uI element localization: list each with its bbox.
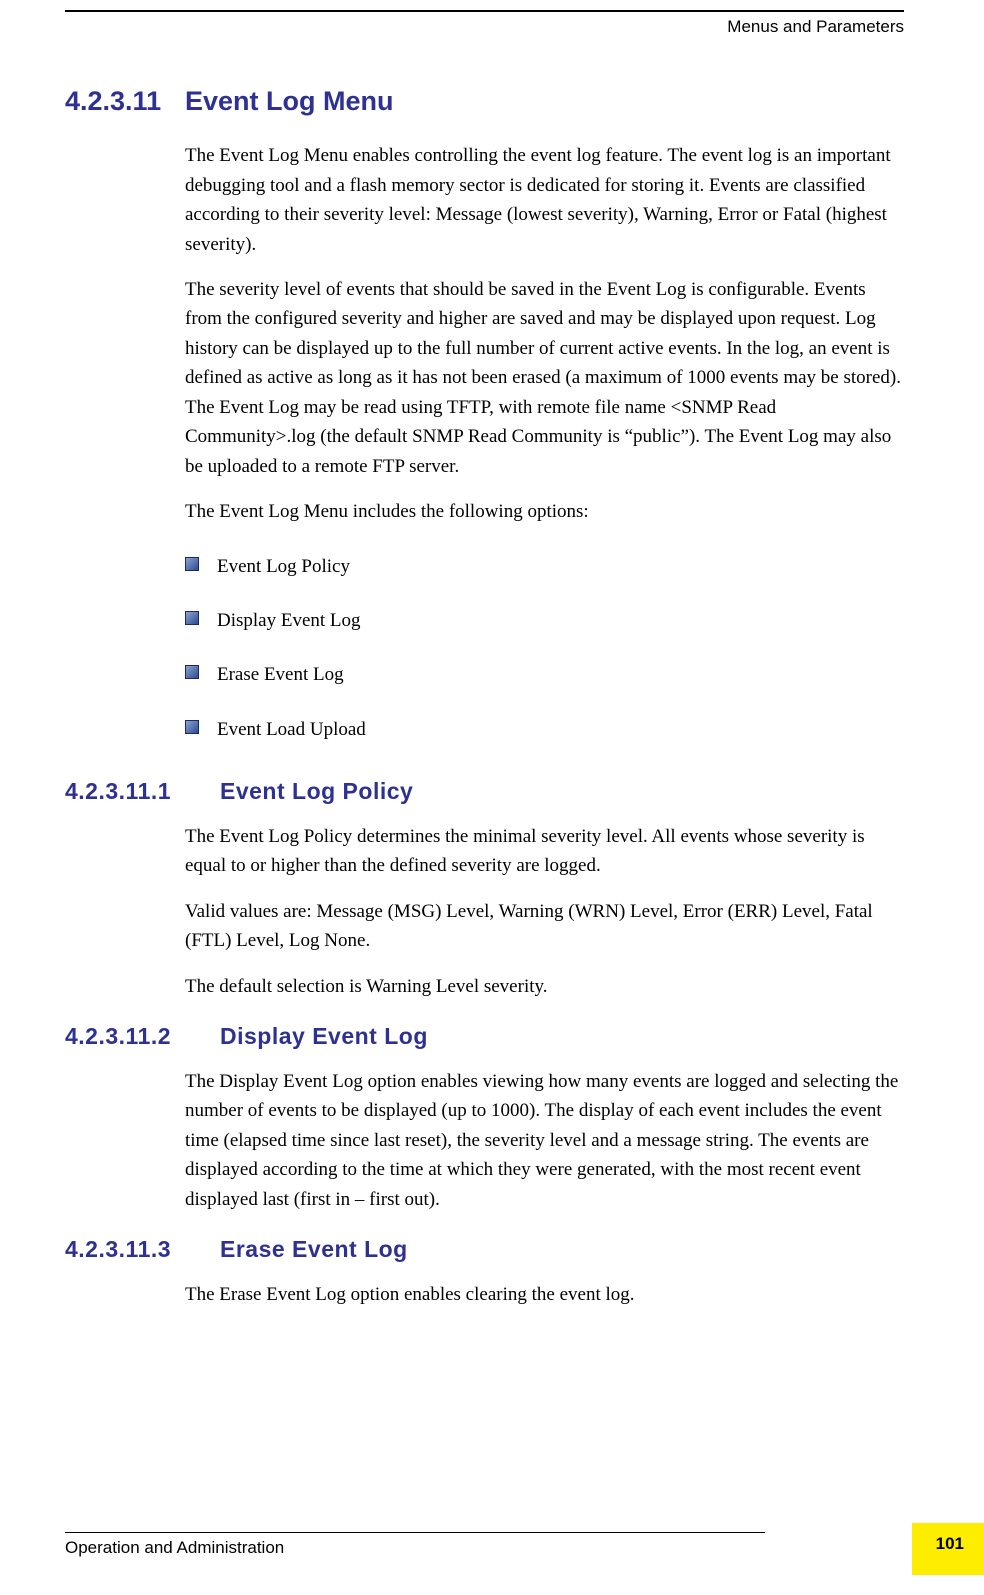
paragraph: The Event Log Menu includes the followin… — [185, 497, 904, 526]
section-title: Event Log Menu — [185, 81, 394, 123]
paragraph: The Erase Event Log option enables clear… — [185, 1280, 904, 1309]
list-item-label: Display Event Log — [217, 610, 361, 631]
subsection-heading: 4.2.3.11.1 Event Log Policy — [65, 774, 904, 810]
page-number: 101 — [936, 1531, 964, 1557]
footer-row: Operation and Administration 101 — [65, 1535, 984, 1575]
footer-text: Operation and Administration — [65, 1535, 912, 1561]
paragraph: The Display Event Log option enables vie… — [185, 1067, 904, 1214]
header-chapter: Menus and Parameters — [727, 14, 904, 40]
subsection-title: Display Event Log — [220, 1019, 428, 1055]
subsection-heading: 4.2.3.11.2 Display Event Log — [65, 1019, 904, 1055]
page-header: Menus and Parameters — [65, 10, 904, 81]
section-body: The Event Log Menu enables controlling t… — [185, 141, 904, 744]
paragraph: The Event Log Menu enables controlling t… — [185, 141, 904, 259]
subsection-body: The Erase Event Log option enables clear… — [185, 1280, 904, 1309]
page-footer: Operation and Administration 101 — [65, 1532, 984, 1575]
section-number: 4.2.3.11 — [65, 81, 185, 123]
subsection-title: Erase Event Log — [220, 1232, 408, 1268]
bullet-list: Event Log Policy Display Event Log Erase… — [185, 552, 904, 745]
paragraph: The default selection is Warning Level s… — [185, 972, 904, 1001]
list-item-label: Event Log Policy — [217, 556, 350, 577]
footer-rule — [65, 1532, 765, 1533]
paragraph: Valid values are: Message (MSG) Level, W… — [185, 897, 904, 956]
subsection-heading: 4.2.3.11.3 Erase Event Log — [65, 1232, 904, 1268]
subsection-body: The Display Event Log option enables vie… — [185, 1067, 904, 1214]
subsection-title: Event Log Policy — [220, 774, 413, 810]
list-item: Event Log Policy — [185, 552, 904, 581]
subsection-number: 4.2.3.11.2 — [65, 1019, 220, 1055]
subsection-number: 4.2.3.11.1 — [65, 774, 220, 810]
document-page: Menus and Parameters 4.2.3.11 Event Log … — [0, 0, 984, 1595]
subsection-number: 4.2.3.11.3 — [65, 1232, 220, 1268]
page-number-box: 101 — [912, 1523, 984, 1575]
list-item: Event Load Upload — [185, 715, 904, 744]
list-item-label: Event Load Upload — [217, 719, 366, 740]
subsection-body: The Event Log Policy determines the mini… — [185, 822, 904, 1001]
paragraph: The severity level of events that should… — [185, 275, 904, 481]
list-item-label: Erase Event Log — [217, 664, 344, 685]
paragraph: The Event Log Policy determines the mini… — [185, 822, 904, 881]
list-item: Erase Event Log — [185, 660, 904, 689]
section-heading: 4.2.3.11 Event Log Menu — [65, 81, 904, 123]
list-item: Display Event Log — [185, 606, 904, 635]
